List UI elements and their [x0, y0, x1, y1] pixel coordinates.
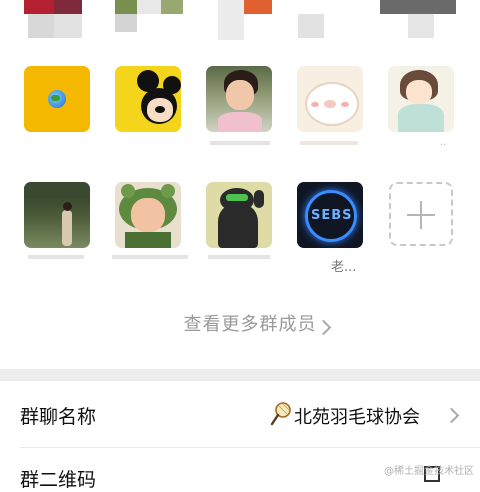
shirt [218, 112, 262, 132]
member-avatar-black-dog[interactable] [206, 182, 272, 248]
member-avatar-cartoon-pig[interactable] [297, 66, 363, 132]
member-avatar-mickey[interactable] [115, 66, 181, 132]
face [131, 198, 165, 232]
member-avatar-baby-girl[interactable] [206, 66, 272, 132]
group-name-value: 北苑羽毛球协会 [294, 407, 420, 428]
view-more-members-link[interactable]: 查看更多群成员 [0, 310, 480, 336]
frog-eye-left [121, 184, 135, 198]
face [406, 80, 432, 104]
watermark: @稀土掘金技术社区 [384, 466, 474, 477]
view-more-members-label: 查看更多群成员 [183, 314, 317, 335]
dog-glasses [226, 194, 248, 201]
member-name-blur [112, 255, 188, 259]
person-head [63, 202, 72, 211]
foliage [24, 182, 90, 196]
group-name-label: 群聊名称 [20, 406, 97, 428]
member-name-blur [208, 255, 270, 259]
pig-nose [324, 100, 336, 108]
robe [398, 104, 444, 132]
member-avatar-sebs-logo[interactable]: SEBS [297, 182, 363, 248]
mickey-nose [155, 106, 165, 113]
section-separator [0, 369, 480, 381]
person-figure [62, 210, 72, 246]
scarf [125, 232, 171, 248]
pig-blush-2 [341, 102, 349, 107]
member-avatar-frog-hat-baby[interactable] [115, 182, 181, 248]
add-member-button[interactable] [389, 182, 453, 246]
member-name-dots: ·· [440, 140, 447, 151]
sebs-logo-icon: SEBS [311, 208, 353, 223]
member-name-blur [300, 141, 358, 145]
pig-blush [311, 102, 319, 107]
globe-land [51, 95, 60, 101]
badminton-racket-icon [270, 402, 292, 426]
member-avatar-woman-outdoor[interactable] [24, 182, 90, 248]
group-qr-label: 群二维码 [20, 469, 97, 491]
member-avatar-anime-girl[interactable] [388, 66, 454, 132]
member-name-blur [210, 141, 270, 145]
frog-eye-right [161, 184, 175, 198]
member-nickname-fragment: 老... [331, 260, 357, 275]
dog-paw [254, 190, 264, 208]
member-avatar-globe[interactable] [24, 66, 90, 132]
member-name-blur [28, 255, 84, 259]
face [226, 80, 254, 110]
